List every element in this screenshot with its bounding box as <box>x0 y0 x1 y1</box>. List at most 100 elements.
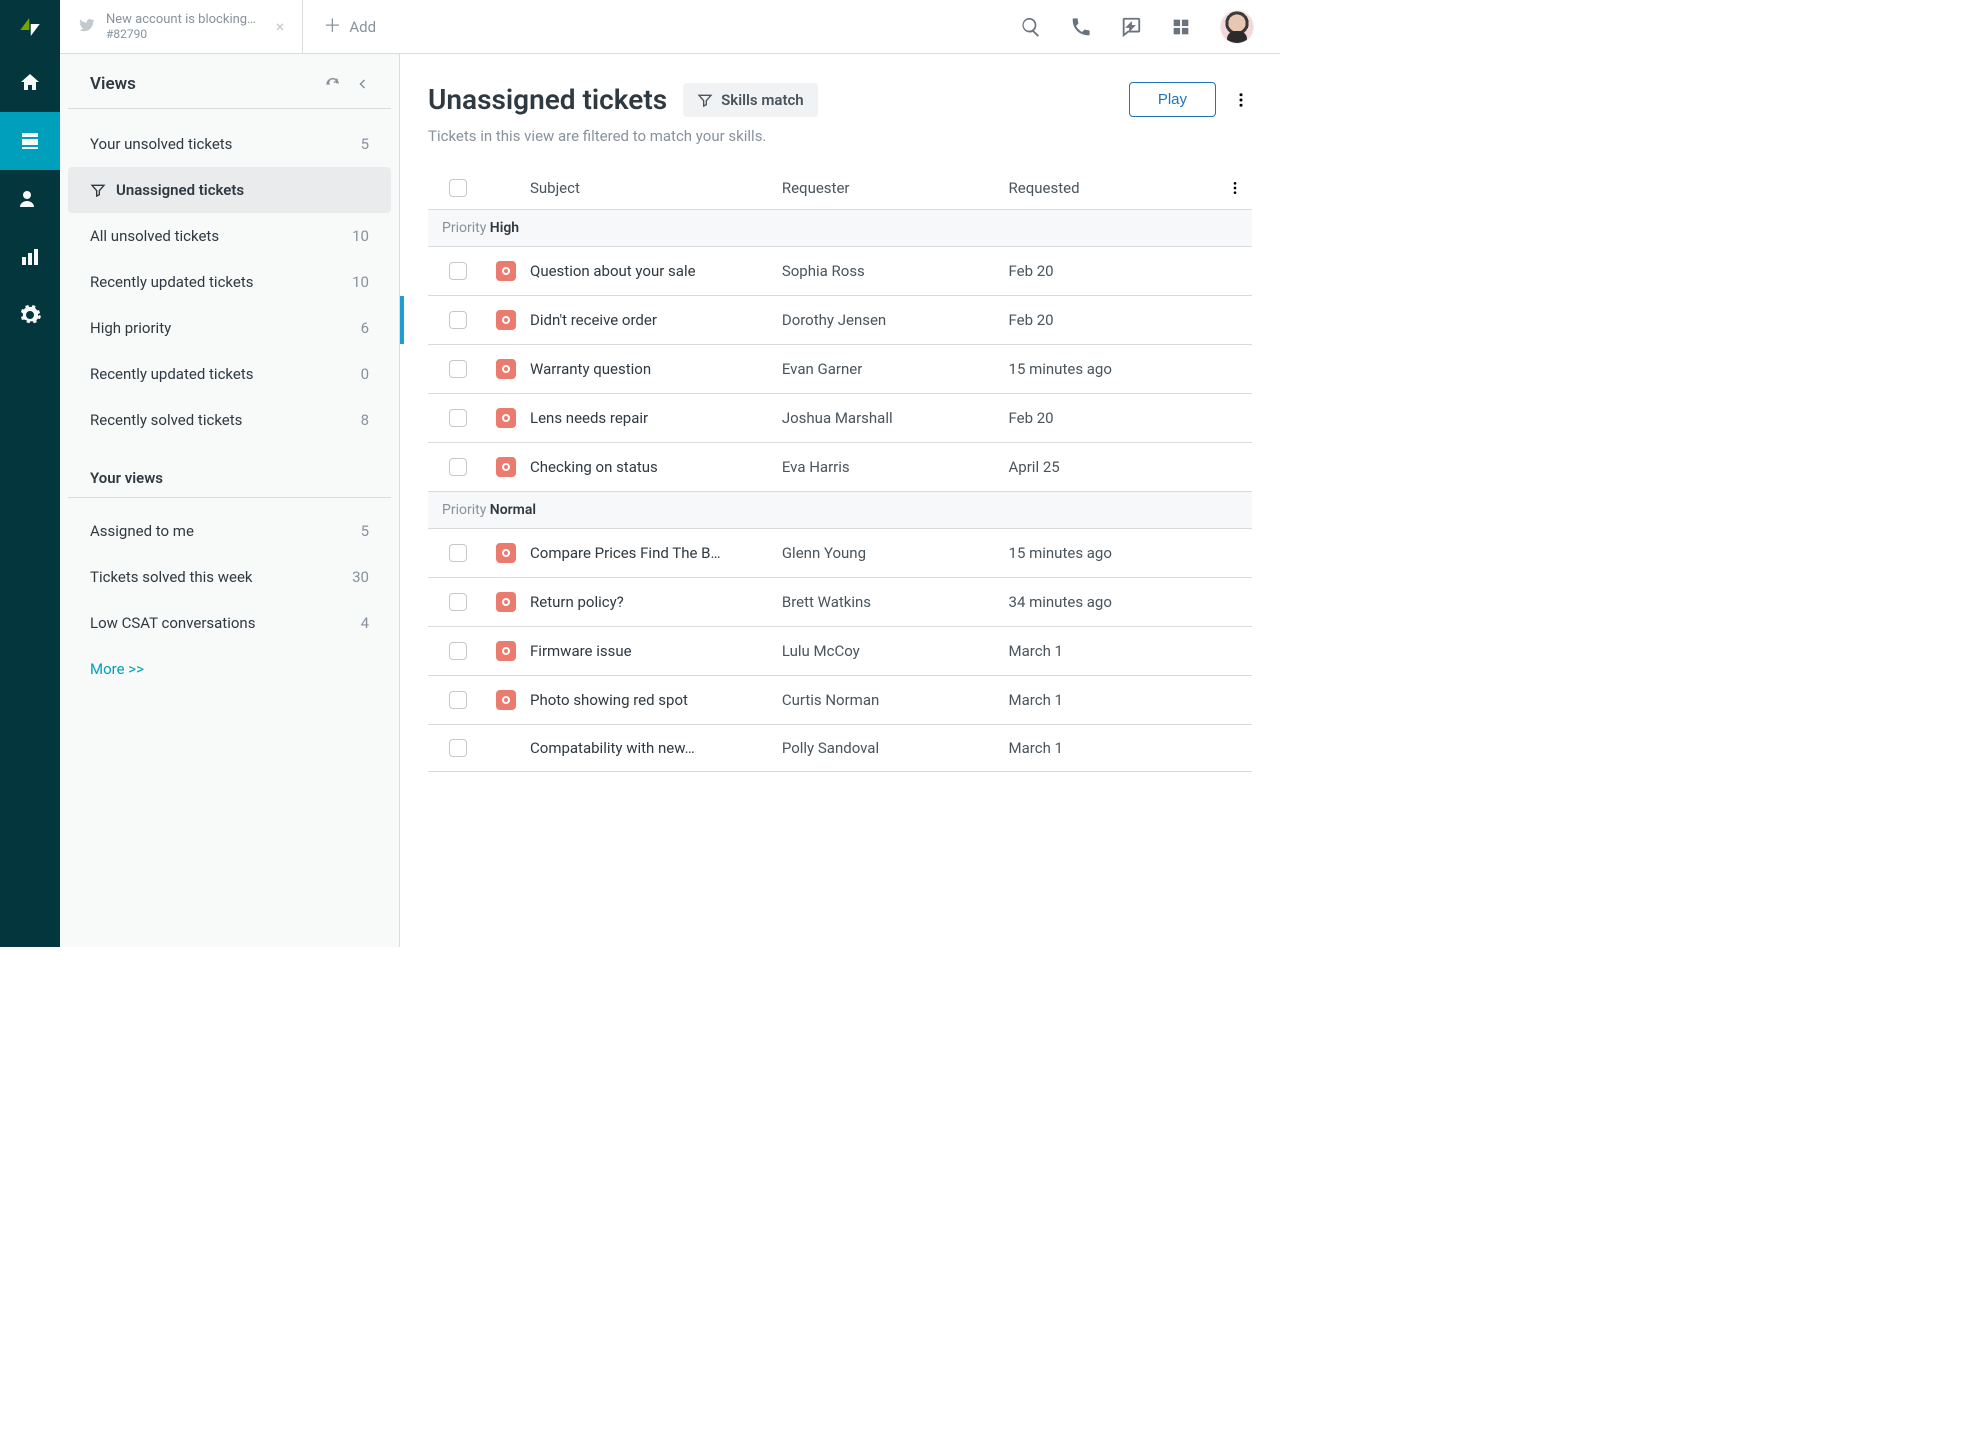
play-button[interactable]: Play <box>1129 82 1216 117</box>
open-status-icon <box>501 266 511 276</box>
status-badge <box>496 359 516 379</box>
your-views-list: Assigned to me5Tickets solved this week3… <box>60 504 399 646</box>
ticket-requested: March 1 <box>1009 642 1210 660</box>
column-options[interactable] <box>1224 180 1246 196</box>
views-item[interactable]: Unassigned tickets <box>68 167 391 213</box>
open-status-icon <box>501 597 511 607</box>
ticket-requested: 34 minutes ago <box>1009 593 1210 611</box>
ticket-row[interactable]: Question about your saleSophia RossFeb 2… <box>428 247 1252 296</box>
open-status-icon <box>501 462 511 472</box>
views-item[interactable]: Recently updated tickets0 <box>68 351 391 397</box>
call-button[interactable] <box>1070 16 1092 38</box>
row-checkbox[interactable] <box>449 458 467 476</box>
ticket-tab[interactable]: New account is blocking… #82790 × <box>60 0 303 53</box>
views-header: Views <box>68 74 391 109</box>
views-item-label: Tickets solved this week <box>90 568 253 586</box>
row-checkbox[interactable] <box>449 691 467 709</box>
ticket-subject: Compatability with new… <box>530 739 782 757</box>
views-item[interactable]: Recently updated tickets 10 <box>68 259 391 305</box>
home-icon <box>18 71 42 95</box>
phone-icon <box>1070 16 1092 38</box>
views-item-label: Unassigned tickets <box>116 181 244 199</box>
row-checkbox[interactable] <box>449 642 467 660</box>
status-badge <box>496 408 516 428</box>
views-item[interactable]: Your unsolved tickets5 <box>68 121 391 167</box>
views-item[interactable]: Low CSAT conversations4 <box>68 600 391 646</box>
skills-match-chip[interactable]: Skills match <box>683 83 818 117</box>
row-checkbox[interactable] <box>449 593 467 611</box>
page-subtitle: Tickets in this view are filtered to mat… <box>428 127 1252 145</box>
ticket-row[interactable]: Firmware issueLulu McCoyMarch 1 <box>428 627 1252 676</box>
main-content: Unassigned tickets Skills match Play Tic… <box>400 54 1280 947</box>
row-checkbox[interactable] <box>449 360 467 378</box>
nav-admin[interactable] <box>0 286 60 344</box>
system-views-list: Your unsolved tickets5 Unassigned tickets… <box>60 117 399 443</box>
ticket-row[interactable]: Didn't receive orderDorothy JensenFeb 20 <box>428 296 1252 345</box>
col-subject[interactable]: Subject <box>530 179 782 197</box>
row-checkbox[interactable] <box>449 409 467 427</box>
ticket-row[interactable]: Compare Prices Find The B…Glenn Young15 … <box>428 529 1252 578</box>
row-checkbox[interactable] <box>449 544 467 562</box>
views-icon <box>18 129 42 153</box>
ticket-row[interactable]: Compatability with new…Polly SandovalMar… <box>428 725 1252 772</box>
ticket-requested: 15 minutes ago <box>1009 360 1210 378</box>
page-title: Unassigned tickets <box>428 83 667 116</box>
group-label: Priority <box>442 502 490 518</box>
ticket-requested: Feb 20 <box>1009 311 1210 329</box>
row-checkbox[interactable] <box>449 739 467 757</box>
views-item[interactable]: Tickets solved this week30 <box>68 554 391 600</box>
search-button[interactable] <box>1020 16 1042 38</box>
group-header: Priority Normal <box>428 492 1252 529</box>
views-item-count: 10 <box>352 273 369 291</box>
ticket-row[interactable]: Checking on statusEva HarrisApril 25 <box>428 443 1252 492</box>
ticket-row[interactable]: Return policy?Brett Watkins34 minutes ag… <box>428 578 1252 627</box>
ticket-requester: Dorothy Jensen <box>782 311 1009 329</box>
views-item-label: All unsolved tickets <box>90 227 219 245</box>
status-badge <box>496 457 516 477</box>
col-requester[interactable]: Requester <box>782 179 1009 197</box>
nav-home[interactable] <box>0 54 60 112</box>
views-item-count: 4 <box>361 614 369 632</box>
refresh-button[interactable] <box>325 76 341 92</box>
status-badge <box>496 543 516 563</box>
tab-close[interactable]: × <box>276 17 285 36</box>
ticket-tab-id: #82790 <box>106 27 256 41</box>
ticket-subject: Warranty question <box>530 360 782 378</box>
nav-customers[interactable] <box>0 170 60 228</box>
apps-button[interactable] <box>1170 16 1192 38</box>
nav-views[interactable] <box>0 112 60 170</box>
views-item-label: Assigned to me <box>90 522 194 540</box>
group-label: Priority <box>442 220 490 236</box>
add-tab-button[interactable]: ＋ Add <box>303 0 396 53</box>
row-checkbox[interactable] <box>449 311 467 329</box>
bar-chart-icon <box>18 245 42 269</box>
chip-label: Skills match <box>721 91 804 109</box>
ticket-row[interactable]: Lens needs repairJoshua MarshallFeb 20 <box>428 394 1252 443</box>
open-status-icon <box>501 315 511 325</box>
status-badge <box>496 641 516 661</box>
select-all-checkbox[interactable] <box>449 179 467 197</box>
more-vertical-icon <box>1227 180 1243 196</box>
views-item[interactable]: Assigned to me5 <box>68 508 391 554</box>
views-item[interactable]: All unsolved tickets10 <box>68 213 391 259</box>
status-badge <box>496 310 516 330</box>
more-views-link[interactable]: More >> <box>60 646 399 692</box>
chat-button[interactable] <box>1120 16 1142 38</box>
col-requested[interactable]: Requested <box>1009 179 1210 197</box>
status-badge <box>496 690 516 710</box>
top-bar: New account is blocking… #82790 × ＋ Add <box>60 0 1280 54</box>
views-item-label: Recently updated tickets <box>90 273 253 291</box>
ticket-row[interactable]: Warranty questionEvan Garner15 minutes a… <box>428 345 1252 394</box>
views-item[interactable]: Recently solved tickets8 <box>68 397 391 443</box>
row-checkbox[interactable] <box>449 262 467 280</box>
ticket-subject: Firmware issue <box>530 642 782 660</box>
ticket-row[interactable]: Photo showing red spotCurtis NormanMarch… <box>428 676 1252 725</box>
nav-reporting[interactable] <box>0 228 60 286</box>
user-avatar[interactable] <box>1220 10 1254 44</box>
ticket-table: Priority HighQuestion about your saleSop… <box>428 210 1252 772</box>
chevron-left-icon <box>357 76 369 92</box>
views-item[interactable]: High priority6 <box>68 305 391 351</box>
collapse-button[interactable] <box>357 76 369 92</box>
ticket-requested: March 1 <box>1009 691 1210 709</box>
view-options[interactable] <box>1230 91 1252 109</box>
